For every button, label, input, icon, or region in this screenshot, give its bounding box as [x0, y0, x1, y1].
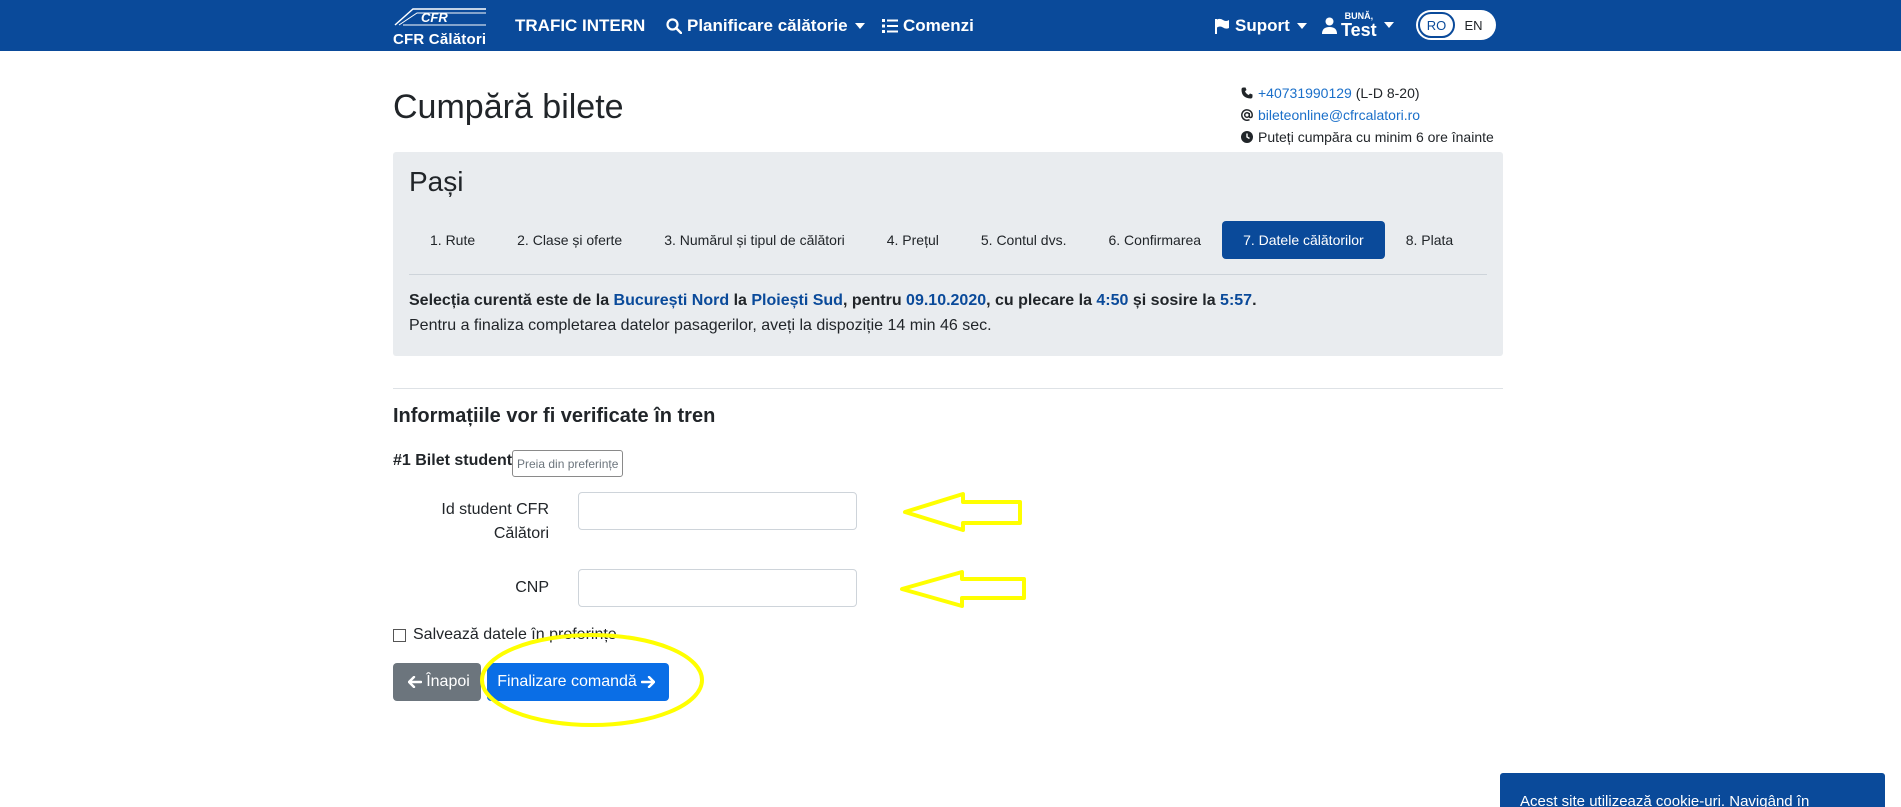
annotation-overlay — [480, 492, 1026, 727]
language-switcher: RO EN — [1416, 10, 1496, 40]
save-preferences-label: Salvează datele în preferințe — [413, 626, 617, 643]
selection-date: 09.10.2020 — [906, 292, 987, 309]
selection-end: . — [1252, 292, 1257, 309]
save-preferences-row: Salvează datele în preferințe — [393, 626, 617, 644]
arrow-left-icon — [408, 676, 423, 688]
nav-trafic-intern[interactable]: TRAFIC INTERN — [515, 0, 645, 51]
user-menu-dropdown[interactable]: BUNĂ, Test — [1322, 8, 1394, 42]
cfr-logo[interactable]: CFR CFR Călători — [393, 5, 488, 48]
section-divider — [393, 388, 1503, 389]
chevron-down-icon — [854, 22, 865, 29]
completion-timer: Pentru a finaliza completarea datelor pa… — [409, 317, 992, 334]
selection-date-word: , pentru — [842, 292, 907, 309]
top-navbar: CFR CFR Călători TRAFIC INTERN Planifica… — [0, 0, 1901, 51]
svg-text:CFR: CFR — [421, 10, 448, 25]
student-id-label: Id student CFR Călători — [420, 498, 549, 546]
selection-from-station: București Nord — [613, 292, 730, 309]
clock-icon — [1241, 131, 1253, 143]
nav-planificare-label: Planificare călătorie — [687, 15, 848, 35]
at-icon — [1241, 109, 1253, 121]
selection-to-word: la — [729, 292, 752, 309]
user-greeting-block: BUNĂ, Test — [1341, 11, 1377, 40]
selection-to-station: Ploiești Sud — [751, 292, 843, 309]
list-icon — [882, 18, 898, 33]
steps-panel: Pași 1. Rute 2. Clase și oferte 3. Numărul… — [393, 152, 1503, 356]
contact-email-row: bileteonline@cfrcalatori.ro — [1241, 104, 1494, 126]
logo-text: CFR Călători — [393, 31, 487, 48]
selection-depart-word: , cu plecare la — [986, 292, 1097, 309]
cnp-input[interactable] — [578, 569, 857, 607]
step-tab-1[interactable]: 1. Rute — [409, 221, 496, 259]
nav-suport-label: Suport — [1235, 15, 1290, 35]
phone-hours: (L-D 8-20) — [1351, 85, 1420, 101]
email-link[interactable]: bileteonline@cfrcalatori.ro — [1258, 104, 1420, 126]
finish-order-label: Finalizare comandă — [497, 673, 637, 690]
current-selection: Selecția curentă este de la București No… — [409, 292, 1257, 310]
step-tab-5[interactable]: 5. Contul dvs. — [960, 221, 1088, 259]
phone-icon — [1241, 87, 1253, 99]
cookie-banner: Acest site utilizează cookie-uri. Navigâ… — [1500, 773, 1885, 807]
page-title: Cumpără bilete — [393, 88, 624, 126]
lang-ro-button[interactable]: RO — [1418, 12, 1455, 38]
chevron-down-icon — [1383, 22, 1394, 28]
user-icon — [1322, 17, 1337, 34]
ticket-label: #1 Bilet student — [393, 452, 513, 469]
selection-arrive-word: și sosire la — [1128, 292, 1221, 309]
annotation-arrow-cnp — [900, 570, 1026, 608]
student-id-input[interactable] — [578, 492, 857, 530]
cfr-emblem-icon: CFR — [394, 8, 486, 26]
student-id-label-line2: Călători — [493, 525, 549, 542]
cnp-label: CNP — [515, 579, 549, 596]
back-button[interactable]: Înapoi — [393, 663, 481, 701]
arrow-right-icon — [640, 676, 655, 688]
step-tab-3[interactable]: 3. Numărul și tipul de călători — [643, 221, 866, 259]
steps-nav: 1. Rute 2. Clase și oferte 3. Numărul și t… — [409, 221, 1474, 259]
annotation-arrow-student-id — [903, 492, 1022, 532]
step-tab-4[interactable]: 4. Prețul — [866, 221, 960, 259]
contact-notice-row: Puteți cumpăra cu minim 6 ore înainte — [1241, 126, 1494, 148]
step-tab-6[interactable]: 6. Confirmarea — [1087, 221, 1222, 259]
chevron-down-icon — [1296, 22, 1307, 29]
selection-prefix: Selecția curentă este de la — [409, 292, 614, 309]
nav-suport-dropdown[interactable]: Suport — [1214, 0, 1307, 51]
lang-en-button[interactable]: EN — [1455, 12, 1492, 38]
step-tab-2[interactable]: 2. Clase și oferte — [496, 221, 643, 259]
search-icon — [666, 17, 682, 34]
save-preferences-checkbox[interactable] — [393, 628, 406, 642]
step-tab-7[interactable]: 7. Datele călătorilor — [1222, 221, 1385, 259]
nav-trafic-label: TRAFIC INTERN — [515, 15, 646, 35]
nav-planificare-dropdown[interactable]: Planificare călătorie — [666, 0, 865, 51]
flag-icon — [1215, 18, 1229, 34]
back-button-label: Înapoi — [426, 673, 470, 690]
purchase-notice: Puteți cumpăra cu minim 6 ore înainte — [1258, 129, 1494, 145]
user-name: Test — [1341, 19, 1377, 40]
student-id-label-line1: Id student CFR — [441, 501, 549, 518]
nav-comenzi-label: Comenzi — [903, 15, 974, 35]
contact-phone-row: +40731990129 (L-D 8-20) — [1241, 82, 1494, 104]
finish-order-button[interactable]: Finalizare comandă — [487, 663, 669, 701]
phone-link[interactable]: +40731990129 — [1258, 82, 1352, 104]
divider — [409, 274, 1487, 275]
section-title: Informațiile vor fi verificate în tren — [393, 405, 716, 427]
nav-comenzi[interactable]: Comenzi — [882, 0, 974, 51]
step-tab-8[interactable]: 8. Plata — [1385, 221, 1474, 259]
steps-title: Pași — [409, 166, 464, 197]
load-preferences-button[interactable]: Preia din preferințe — [512, 450, 624, 477]
contact-info: +40731990129 (L-D 8-20) bileteonline@cfr… — [1241, 82, 1494, 148]
selection-arrive-time: 5:57 — [1220, 292, 1253, 309]
selection-depart-time: 4:50 — [1096, 292, 1129, 309]
